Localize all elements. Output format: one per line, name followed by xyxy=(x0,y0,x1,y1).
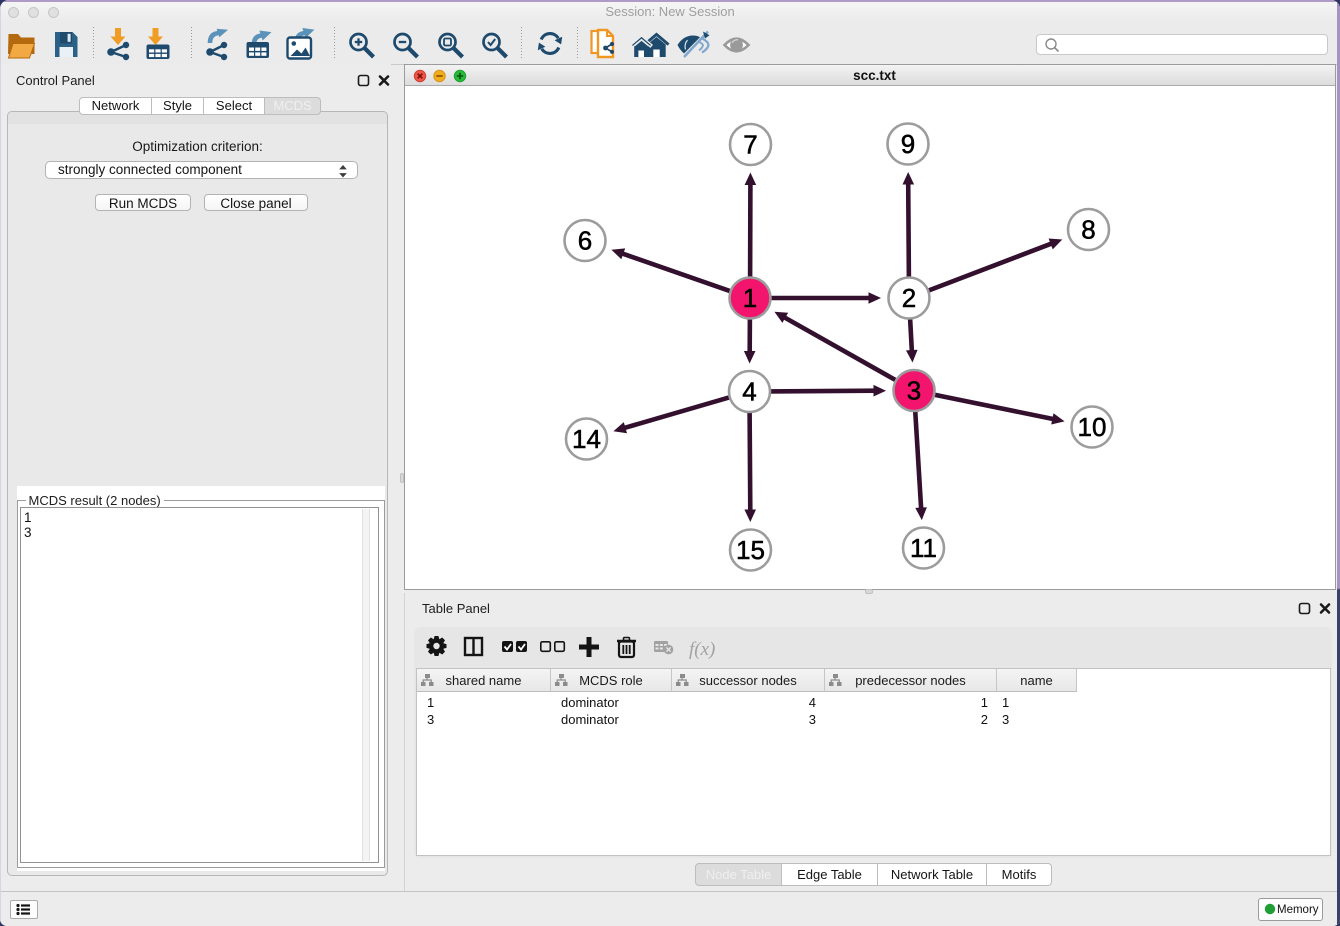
svg-text:f(x): f(x) xyxy=(689,639,715,660)
svg-text:15: 15 xyxy=(736,535,765,565)
svg-text:2: 2 xyxy=(902,283,916,313)
svg-text:4: 4 xyxy=(742,377,756,407)
svg-text:7: 7 xyxy=(743,130,757,160)
svg-text:8: 8 xyxy=(1081,215,1095,245)
svg-text:14: 14 xyxy=(572,424,601,454)
svg-text:3: 3 xyxy=(907,376,921,406)
svg-text:6: 6 xyxy=(578,226,592,256)
svg-text:11: 11 xyxy=(910,533,937,563)
svg-text:1: 1 xyxy=(743,283,757,313)
svg-text:9: 9 xyxy=(901,129,915,159)
svg-text:10: 10 xyxy=(1078,412,1107,442)
